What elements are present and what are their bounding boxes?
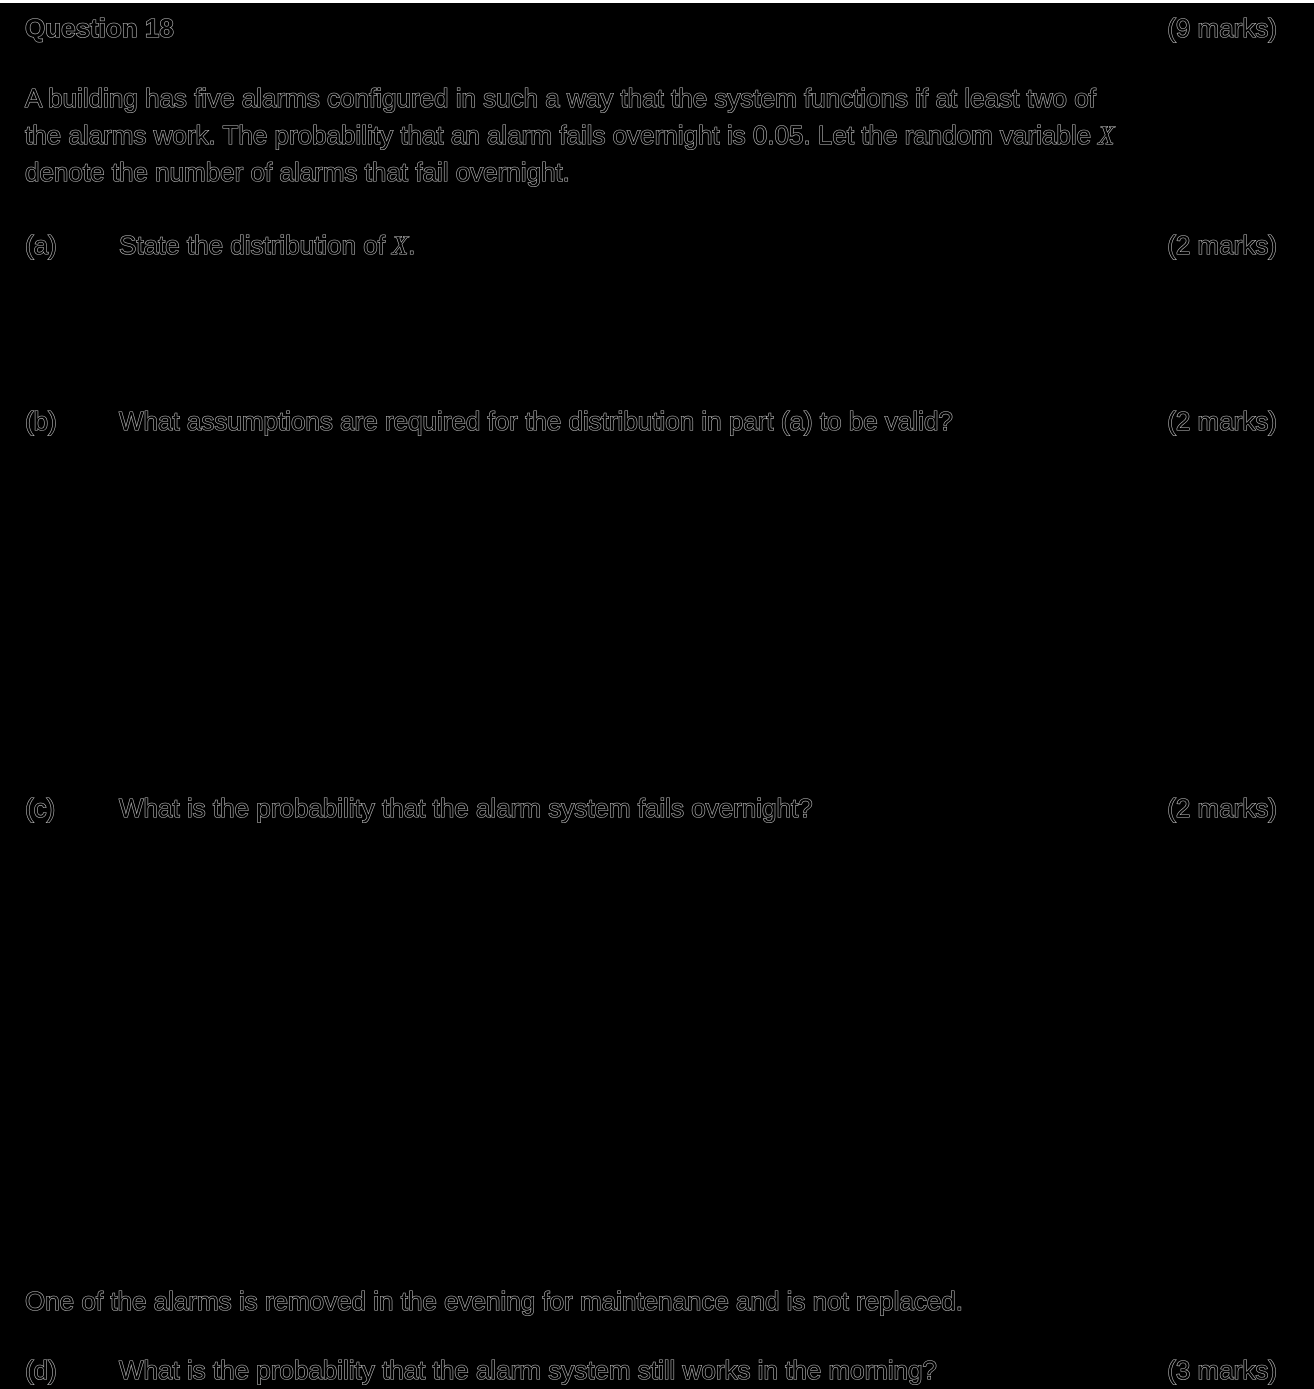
question-title: Question 18: [24, 12, 174, 43]
part-d-marks: (3 marks): [1167, 1354, 1278, 1385]
stem-line-1: A building has five alarms configured in…: [24, 82, 1096, 113]
part-b-label: (b): [24, 405, 57, 436]
part-a-label: (a): [24, 229, 57, 260]
interlude-text: One of the alarms is removed in the even…: [24, 1285, 963, 1316]
stem-line-2: the alarms work. The probability that an…: [24, 117, 1275, 154]
question-stem: A building has five alarms configured in…: [24, 80, 1275, 191]
stem-line-3: denote the number of alarms that fail ov…: [24, 156, 570, 187]
part-d-text: What is the probability that the alarm s…: [118, 1354, 937, 1385]
part-c-text: What is the probability that the alarm s…: [118, 792, 813, 823]
stem-line-2-text: the alarms work. The probability that an…: [24, 119, 1099, 150]
part-d-label: (d): [24, 1354, 57, 1385]
part-a-variable: X: [392, 230, 409, 260]
part-a-text-pre: State the distribution of: [118, 229, 393, 260]
part-a-text: State the distribution of X.: [118, 227, 416, 264]
top-rule: [0, 0, 1314, 3]
part-a-marks: (2 marks): [1167, 229, 1278, 260]
part-a-text-post: .: [407, 229, 416, 260]
random-variable-x: X: [1098, 120, 1115, 150]
part-b-text: What assumptions are required for the di…: [118, 405, 953, 436]
part-c-label: (c): [24, 792, 56, 823]
part-b-marks: (2 marks): [1167, 405, 1278, 436]
question-total-marks: (9 marks): [1167, 12, 1278, 43]
part-c-marks: (2 marks): [1167, 792, 1278, 823]
